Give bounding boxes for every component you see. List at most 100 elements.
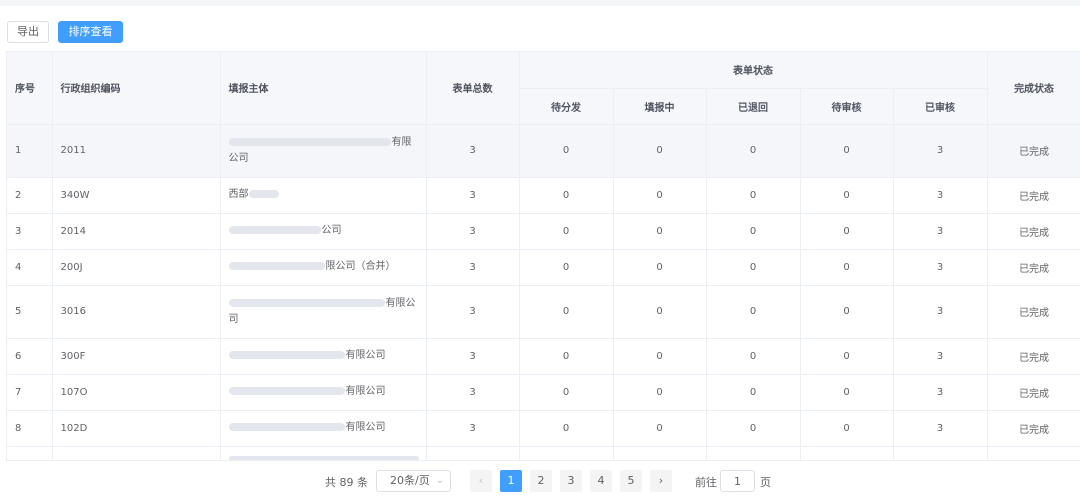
cell-completion: 已完成 — [987, 338, 1080, 375]
cell-pending-review: 0 — [800, 213, 894, 250]
cell-filling: 0 — [613, 249, 707, 286]
top-strip — [0, 0, 1080, 6]
cell-index: 8 — [7, 410, 53, 447]
chevron-down-icon: ⌄ — [435, 475, 444, 486]
export-button[interactable]: 导出 — [7, 21, 49, 43]
cell-filling: 0 — [613, 374, 707, 411]
page-5-button[interactable]: 5 — [620, 470, 642, 492]
cell-pending-review: 0 — [800, 410, 894, 447]
page-unit-label: 页 — [760, 476, 771, 489]
cell-filling: 0 — [613, 213, 707, 250]
table-row[interactable]: 6 300F 有限公司 3 0 0 0 0 3 已完成 — [7, 338, 1080, 375]
cell-org-code: 300F — [52, 338, 221, 375]
cell-completion: 已完成 — [987, 213, 1080, 250]
header-returned: 已退回 — [706, 88, 801, 125]
header-index: 序号 — [7, 52, 53, 125]
cell-returned: 0 — [706, 410, 801, 447]
chevron-left-icon: ‹ — [478, 474, 484, 487]
cell-total: 3 — [426, 249, 520, 286]
page-3-button[interactable]: 3 — [560, 470, 582, 492]
cell-org-code: 200J — [52, 249, 221, 286]
cell-index: 5 — [7, 285, 53, 339]
next-page-button[interactable]: › — [650, 470, 672, 492]
table-row[interactable]: 3 2014 公司 3 0 0 0 0 3 已完成 — [7, 213, 1080, 250]
cell-filling: 0 — [613, 177, 707, 214]
table-row[interactable]: 5 3016 有限公司 3 0 0 0 0 3 已完成 — [7, 285, 1080, 339]
cell-org-code: 2011 — [52, 124, 221, 178]
page-4-button[interactable]: 4 — [590, 470, 612, 492]
header-reviewed: 已审核 — [893, 88, 988, 125]
page-size-select[interactable]: 20条/页 ⌄ — [376, 470, 451, 492]
cell-reviewed: 3 — [893, 177, 988, 214]
cell-reviewed: 3 — [893, 213, 988, 250]
cell-index: 4 — [7, 249, 53, 286]
cell-entity: 有限公司 — [220, 338, 427, 375]
cell-entity: 有限公司 — [220, 410, 427, 447]
prev-page-button[interactable]: ‹ — [470, 470, 492, 492]
cell-reviewed: 3 — [893, 374, 988, 411]
table-row[interactable]: 8 102D 有限公司 3 0 0 0 0 3 已完成 — [7, 410, 1080, 447]
cell-pending-dist: 0 — [519, 374, 614, 411]
cell-org-code: 102D — [52, 410, 221, 447]
redacted-text — [228, 262, 325, 270]
goto-label: 前往 — [695, 476, 717, 489]
redacted-text — [228, 351, 345, 359]
cell-pending-dist: 0 — [519, 249, 614, 286]
page-2-button[interactable]: 2 — [530, 470, 552, 492]
total-count: 共 89 条 — [325, 476, 368, 489]
cell-index: 7 — [7, 374, 53, 411]
header-pending-dist: 待分发 — [519, 88, 614, 125]
cell-entity: 公司 — [220, 213, 427, 250]
cell-reviewed: 3 — [893, 124, 988, 178]
cell-total: 3 — [426, 285, 520, 339]
cell-returned: 0 — [706, 285, 801, 339]
sort-view-button[interactable]: 排序查看 — [58, 21, 123, 43]
cell-total: 3 — [426, 177, 520, 214]
header-completion: 完成状态 — [987, 52, 1080, 125]
header-total: 表单总数 — [426, 52, 520, 125]
cell-returned: 0 — [706, 374, 801, 411]
table-row-partial — [7, 446, 1080, 460]
cell-completion: 已完成 — [987, 374, 1080, 411]
table-row[interactable]: 2 340W 西部 3 0 0 0 0 3 已完成 — [7, 177, 1080, 214]
cell-completion: 已完成 — [987, 285, 1080, 339]
cell-reviewed: 3 — [893, 249, 988, 286]
header-org-code: 行政组织编码 — [52, 52, 221, 125]
cell-pending-review: 0 — [800, 249, 894, 286]
table-row[interactable]: 4 200J 限公司（合并） 3 0 0 0 0 3 已完成 — [7, 249, 1080, 286]
goto-page-input[interactable] — [720, 470, 755, 492]
cell-reviewed: 3 — [893, 285, 988, 339]
cell-filling: 0 — [613, 124, 707, 178]
cell-returned: 0 — [706, 249, 801, 286]
cell-entity: 有限公司 — [220, 285, 427, 339]
cell-returned: 0 — [706, 124, 801, 178]
cell-pending-dist: 0 — [519, 410, 614, 447]
cell-total: 3 — [426, 124, 520, 178]
redacted-text — [228, 387, 345, 395]
cell-index: 6 — [7, 338, 53, 375]
cell-index: 1 — [7, 124, 53, 178]
cell-pending-dist: 0 — [519, 338, 614, 375]
data-table: 序号 行政组织编码 填报主体 表单总数 表单状态 完成状态 待分发 填报中 已退… — [6, 51, 1080, 461]
cell-filling: 0 — [613, 410, 707, 447]
cell-pending-review: 0 — [800, 124, 894, 178]
cell-returned: 0 — [706, 213, 801, 250]
cell-org-code: 340W — [52, 177, 221, 214]
cell-total: 3 — [426, 410, 520, 447]
pagination: 共 89 条 20条/页 ⌄ ‹ 1 2 3 4 5 › 前往 页 — [0, 470, 1080, 492]
cell-completion: 已完成 — [987, 177, 1080, 214]
redacted-text — [228, 455, 419, 460]
toolbar: 导出 排序查看 — [7, 21, 123, 43]
cell-entity: 有限公司 — [220, 374, 427, 411]
page-1-button[interactable]: 1 — [500, 470, 522, 492]
table-row[interactable]: 7 107O 有限公司 3 0 0 0 0 3 已完成 — [7, 374, 1080, 411]
redacted-text — [228, 137, 391, 146]
redacted-text — [228, 298, 385, 307]
cell-returned: 0 — [706, 177, 801, 214]
cell-filling: 0 — [613, 285, 707, 339]
table-row[interactable]: 1 2011 有限 公司 3 0 0 0 0 3 已完成 — [7, 124, 1080, 178]
cell-pending-dist: 0 — [519, 213, 614, 250]
cell-org-code: 2014 — [52, 213, 221, 250]
header-entity: 填报主体 — [220, 52, 427, 125]
cell-entity: 有限公司 — [220, 124, 427, 178]
